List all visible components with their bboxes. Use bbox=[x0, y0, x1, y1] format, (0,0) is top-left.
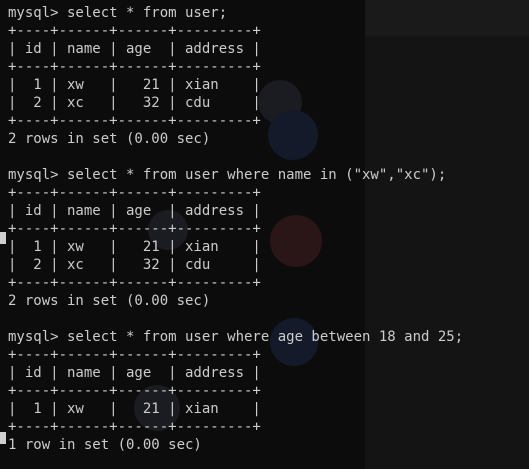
terminal-line: 2 rows in set (0.00 sec) bbox=[8, 293, 211, 309]
terminal-line: +----+------+------+---------+ bbox=[8, 113, 261, 129]
terminal-line: +----+------+------+---------+ bbox=[8, 347, 261, 363]
terminal-line: 1 row in set (0.00 sec) bbox=[8, 437, 202, 453]
terminal-line: +----+------+------+---------+ bbox=[8, 383, 261, 399]
terminal-line: | id | name | age | address | bbox=[8, 365, 261, 381]
terminal-line: +----+------+------+---------+ bbox=[8, 23, 261, 39]
terminal-line: | 1 | xw | 21 | xian | bbox=[8, 401, 261, 417]
terminal-line: +----+------+------+---------+ bbox=[8, 419, 261, 435]
terminal-line: 2 rows in set (0.00 sec) bbox=[8, 131, 211, 147]
terminal-line: | 2 | xc | 32 | cdu | bbox=[8, 95, 261, 111]
terminal-line: | 1 | xw | 21 | xian | bbox=[8, 77, 261, 93]
selection-marker bbox=[0, 232, 6, 244]
terminal-line: | 2 | xc | 32 | cdu | bbox=[8, 257, 261, 273]
background-watermark-header bbox=[365, 0, 529, 36]
terminal-line: +----+------+------+---------+ bbox=[8, 59, 261, 75]
terminal-line: mysql> select * from user; bbox=[8, 5, 228, 21]
terminal-line: mysql> select * from user where age betw… bbox=[8, 329, 464, 345]
background-watermark-panel bbox=[365, 0, 529, 469]
terminal-line: | 1 | xw | 21 | xian | bbox=[8, 239, 261, 255]
terminal-line: +----+------+------+---------+ bbox=[8, 185, 261, 201]
text-cursor bbox=[0, 432, 6, 444]
terminal-line: +----+------+------+---------+ bbox=[8, 275, 261, 291]
terminal-line: | id | name | age | address | bbox=[8, 203, 261, 219]
terminal-line: | id | name | age | address | bbox=[8, 41, 261, 57]
terminal-line: mysql> select * from user where name in … bbox=[8, 167, 447, 183]
terminal-line: +----+------+------+---------+ bbox=[8, 221, 261, 237]
watermark-avatar bbox=[268, 110, 318, 160]
terminal-window[interactable]: mysql> select * from user; +----+------+… bbox=[0, 0, 529, 469]
watermark-avatar bbox=[270, 215, 322, 267]
